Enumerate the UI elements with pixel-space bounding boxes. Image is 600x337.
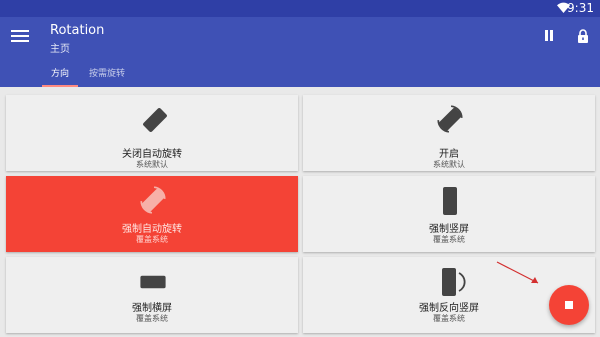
stop-icon: [565, 301, 573, 309]
forced-auto-rotate-icon: [140, 186, 166, 214]
status-bar: 9:31: [0, 0, 600, 17]
card-sub: 系统默认: [433, 160, 465, 169]
portrait-icon: [443, 187, 457, 215]
lock-icon[interactable]: [577, 29, 589, 43]
card-landscape[interactable]: 强制横屏 覆盖系统: [6, 257, 298, 333]
card-sub: 覆盖系统: [433, 235, 465, 244]
status-time: 9:31: [567, 1, 594, 15]
menu-icon[interactable]: [11, 28, 29, 44]
card-forced-auto-rotate[interactable]: 强制自动旋转 覆盖系统: [6, 176, 298, 252]
reverse-portrait-icon: [442, 268, 466, 296]
app-bar: Rotation 主页 方向 按需旋转: [0, 17, 600, 87]
card-label: 开启: [439, 149, 459, 160]
card-label: 关闭自动旋转: [122, 149, 182, 160]
annotation-arrow: [496, 261, 539, 284]
app-title: Rotation: [50, 23, 105, 38]
landscape-icon: [140, 275, 166, 289]
rotation-mode-grid: 关闭自动旋转 系统默认 开启 系统默认 强制自动旋转 覆盖系统 强制竖屏 覆盖系…: [0, 87, 600, 337]
card-sub: 覆盖系统: [136, 314, 168, 323]
card-sub: 系统默认: [136, 160, 168, 169]
pause-icon[interactable]: [543, 30, 555, 42]
card-label: 强制竖屏: [429, 224, 469, 235]
auto-rotate-icon: [437, 105, 463, 133]
card-rotation-off[interactable]: 关闭自动旋转 系统默认: [6, 95, 298, 171]
card-auto-rotate-on[interactable]: 开启 系统默认: [303, 95, 595, 171]
card-label: 强制横屏: [132, 303, 172, 314]
card-portrait[interactable]: 强制竖屏 覆盖系统: [303, 176, 595, 252]
rotation-off-icon: [143, 108, 167, 132]
card-label: 强制自动旋转: [122, 224, 182, 235]
app-subtitle: 主页: [50, 44, 70, 55]
tab-on-demand-rotation[interactable]: 按需旋转: [82, 61, 132, 87]
stop-fab-button[interactable]: [549, 285, 589, 325]
tab-direction[interactable]: 方向: [42, 61, 78, 87]
card-sub: 覆盖系统: [136, 235, 168, 244]
